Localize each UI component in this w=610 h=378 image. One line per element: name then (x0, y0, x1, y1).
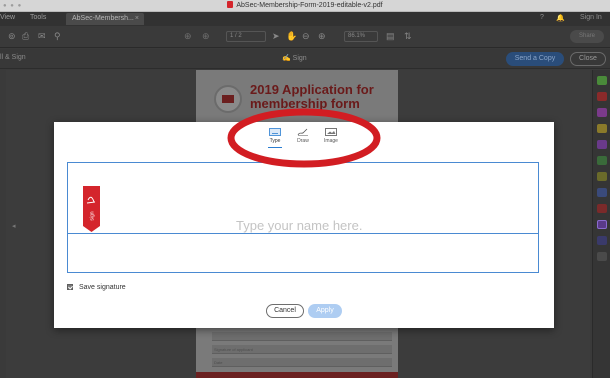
document-heading-line2: membership form (250, 96, 360, 111)
more-tools-icon[interactable] (597, 252, 607, 261)
tab-document[interactable]: AbSec-Membersh... × (66, 13, 144, 25)
window-title: AbSec-Membership-Form-2019-editable-v2.p… (0, 1, 610, 9)
create-pdf-icon[interactable] (597, 92, 607, 101)
page-view-icon[interactable]: ▤ (386, 31, 395, 42)
search-icon[interactable]: ⚲ (54, 31, 61, 42)
print-icon[interactable]: ⎙ (22, 31, 29, 42)
cloud-upload-icon[interactable]: ⊚ (8, 31, 16, 42)
active-tab-indicator (268, 147, 282, 148)
zoom-out-icon[interactable]: ⊖ (302, 31, 310, 42)
fill-sign-label: ll & Sign (0, 54, 26, 61)
svg-text:sign: sign (90, 211, 96, 220)
send-for-signature-icon[interactable] (597, 236, 607, 245)
export-pdf-icon[interactable] (597, 76, 607, 85)
sign-menu[interactable]: ✍ Sign (282, 54, 307, 62)
select-tool-icon[interactable]: ➤ (272, 31, 280, 42)
pdf-file-icon (227, 1, 234, 8)
save-signature-checkbox[interactable] (67, 284, 73, 290)
signature-baseline (67, 233, 539, 234)
notification-bell-icon[interactable]: 🔔 (556, 14, 565, 22)
scroll-mode-icon[interactable]: ⇅ (404, 31, 412, 42)
share-button[interactable]: Share (570, 30, 604, 43)
form-field (212, 332, 392, 341)
organization-logo (214, 85, 242, 113)
close-tab-icon[interactable]: × (135, 15, 139, 22)
pen-icon (297, 128, 308, 136)
tab-bar: View Tools AbSec-Membersh... × ? 🔔 Sign … (0, 12, 610, 26)
window-title-bar: ● ● ● AbSec-Membership-Form-2019-editabl… (0, 0, 610, 12)
sign-in-link[interactable]: Sign In (580, 14, 602, 21)
save-signature-row[interactable]: Save signature (67, 284, 126, 291)
document-heading: 2019 Application for membership form (250, 83, 374, 111)
previous-page-icon[interactable]: ⊕ (184, 31, 192, 42)
adobe-acrobat-bookmark-icon: sign (83, 186, 100, 232)
fill-sign-bar: ll & Sign ✍ Sign Send a Copy Close (0, 49, 610, 69)
cancel-button[interactable]: Cancel (266, 304, 304, 318)
edit-pdf-icon[interactable] (597, 108, 607, 117)
keyboard-icon (269, 128, 281, 136)
apply-button[interactable]: Apply (308, 304, 342, 318)
zoom-level-dropdown[interactable]: 86.1% (344, 31, 378, 42)
sign-menu-label: Sign (292, 55, 307, 62)
redact-icon[interactable] (597, 172, 607, 181)
tab-type[interactable]: Type (262, 128, 288, 148)
tab-image[interactable]: Image (318, 128, 344, 144)
fill-sign-tool-icon[interactable] (597, 220, 607, 229)
left-panel-toggle-icon[interactable]: ◂ (12, 222, 16, 230)
tab-view[interactable]: View (0, 14, 15, 21)
tab-draw[interactable]: Draw (290, 128, 316, 144)
main-toolbar: ⊚ ⎙ ✉ ⚲ ⊕ ⊕ 1 / 2 ➤ ✋ ⊖ ⊕ 86.1% ▤ ⇅ Shar… (0, 26, 610, 48)
zoom-in-icon[interactable]: ⊕ (318, 31, 326, 42)
hand-tool-icon[interactable]: ✋ (286, 31, 297, 42)
organize-pages-icon[interactable] (597, 156, 607, 165)
page-footer-band (196, 372, 398, 378)
tab-draw-label: Draw (297, 138, 309, 144)
optimize-icon[interactable] (597, 204, 607, 213)
window-title-text: AbSec-Membership-Form-2019-editable-v2.p… (236, 2, 383, 9)
email-icon[interactable]: ✉ (38, 31, 46, 42)
next-page-icon[interactable]: ⊕ (202, 31, 210, 42)
form-field-signature: Signature of applicant (212, 345, 392, 354)
page-number-field[interactable]: 1 / 2 (226, 31, 266, 42)
image-icon (325, 128, 337, 136)
right-tools-panel (592, 70, 610, 378)
comment-icon[interactable] (597, 124, 607, 133)
signature-mode-tabs: Type Draw Image (262, 128, 352, 150)
tab-tools[interactable]: Tools (30, 14, 46, 21)
save-signature-label: Save signature (79, 284, 126, 291)
document-heading-line1: 2019 Application for (250, 82, 374, 97)
protect-icon[interactable] (597, 188, 607, 197)
close-button[interactable]: Close (570, 52, 606, 66)
tab-document-label: AbSec-Membersh... (72, 15, 134, 22)
send-copy-button[interactable]: Send a Copy (506, 52, 564, 66)
form-field-date: Date (212, 358, 392, 367)
help-icon[interactable]: ? (540, 14, 544, 21)
combine-files-icon[interactable] (597, 140, 607, 149)
tab-type-label: Type (269, 138, 281, 144)
tab-image-label: Image (324, 138, 338, 144)
name-input[interactable] (100, 205, 536, 231)
